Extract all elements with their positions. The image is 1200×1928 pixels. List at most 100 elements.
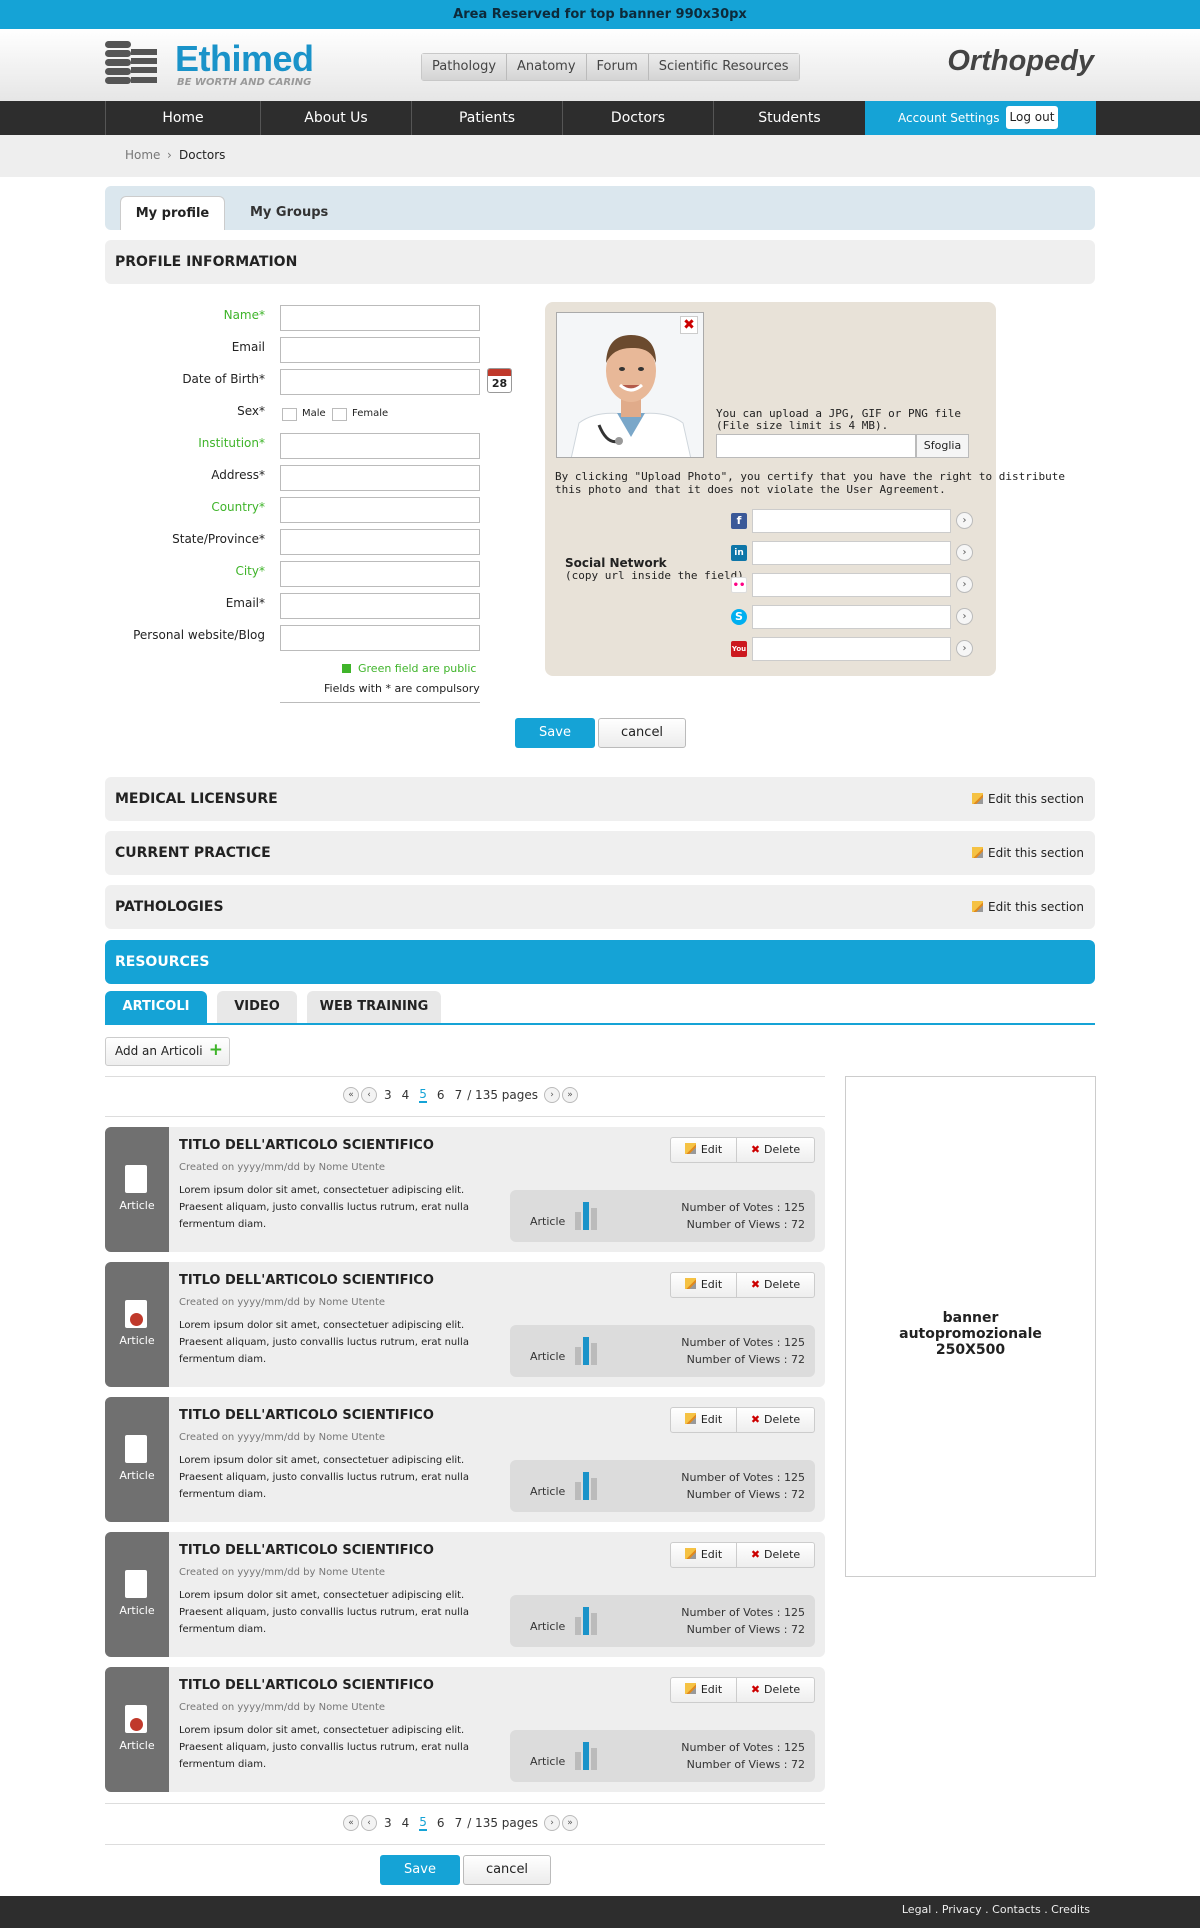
youtube-url-input[interactable] bbox=[752, 637, 951, 661]
youtube-go-icon[interactable]: › bbox=[956, 640, 973, 657]
article-delete-button[interactable]: ✖ Delete bbox=[736, 1272, 815, 1298]
article-delete-button[interactable]: ✖ Delete bbox=[736, 1137, 815, 1163]
main-nav-doctors[interactable]: Doctors bbox=[562, 101, 713, 135]
country-field[interactable] bbox=[280, 497, 480, 523]
linkedin-url-input[interactable] bbox=[752, 541, 951, 565]
label-date-of-birth: Date of Birth* bbox=[182, 372, 265, 386]
skype-url-input[interactable] bbox=[752, 605, 951, 629]
label-email-2: Email* bbox=[225, 596, 265, 610]
facebook-go-icon[interactable]: › bbox=[956, 512, 973, 529]
prev-page-icon[interactable]: ‹ bbox=[361, 1815, 377, 1831]
first-page-icon[interactable]: « bbox=[343, 1087, 359, 1103]
profile-save-button[interactable]: Save bbox=[515, 718, 595, 748]
tab-my-profile[interactable]: My profile bbox=[120, 196, 225, 230]
calendar-icon[interactable]: 28 bbox=[487, 368, 512, 393]
sex-male-checkbox[interactable] bbox=[282, 408, 297, 421]
tab-video[interactable]: VIDEO bbox=[217, 991, 297, 1023]
profile-cancel-button[interactable]: cancel bbox=[598, 718, 686, 748]
article-delete-button[interactable]: ✖ Delete bbox=[736, 1407, 815, 1433]
article-votes: Number of Votes : 125 bbox=[681, 1606, 805, 1619]
main-nav-home[interactable]: Home bbox=[105, 101, 260, 135]
footer-links[interactable]: Legal . Privacy . Contacts . Credits bbox=[902, 1903, 1090, 1916]
article-votes: Number of Votes : 125 bbox=[681, 1336, 805, 1349]
page-link[interactable]: 4 bbox=[402, 1816, 410, 1830]
page-link[interactable]: 6 bbox=[437, 1816, 445, 1830]
prev-page-icon[interactable]: ‹ bbox=[361, 1087, 377, 1103]
current-practice-edit-link[interactable]: Edit this section bbox=[972, 831, 1084, 875]
article-title[interactable]: TITLO DELL'ARTICOLO SCIENTIFICO bbox=[179, 1138, 434, 1153]
pathologies-header[interactable]: PATHOLOGIES bbox=[105, 885, 1095, 929]
personal-website-field[interactable] bbox=[280, 625, 480, 651]
current-practice-header[interactable]: CURRENT PRACTICE bbox=[105, 831, 1095, 875]
city-field[interactable] bbox=[280, 561, 480, 587]
name-field[interactable] bbox=[280, 305, 480, 331]
article-delete-button[interactable]: ✖ Delete bbox=[736, 1677, 815, 1703]
medical-licensure-header[interactable]: MEDICAL LICENSURE bbox=[105, 777, 1095, 821]
article-type: Article bbox=[119, 1199, 155, 1212]
top-nav-anatomy[interactable]: Anatomy bbox=[507, 54, 587, 80]
add-article-button[interactable]: Add an Articoli + bbox=[105, 1037, 230, 1066]
section-title: Orthopedy bbox=[947, 45, 1094, 77]
article-title[interactable]: TITLO DELL'ARTICOLO SCIENTIFICO bbox=[179, 1408, 434, 1423]
logo-icon[interactable] bbox=[105, 41, 157, 91]
email-field-2[interactable] bbox=[280, 593, 480, 619]
linkedin-go-icon[interactable]: › bbox=[956, 544, 973, 561]
current-practice-edit-label: Edit this section bbox=[988, 846, 1084, 860]
tab-my-groups[interactable]: My Groups bbox=[250, 196, 328, 230]
browse-button[interactable]: Sfoglia bbox=[916, 434, 969, 458]
article-edit-button[interactable]: Edit bbox=[670, 1407, 737, 1433]
page-link[interactable]: 3 bbox=[384, 1816, 392, 1830]
medical-licensure-edit-link[interactable]: Edit this section bbox=[972, 777, 1084, 821]
logout-button[interactable]: Log out bbox=[1006, 106, 1058, 129]
article-title[interactable]: TITLO DELL'ARTICOLO SCIENTIFICO bbox=[179, 1543, 434, 1558]
article-edit-button[interactable]: Edit bbox=[670, 1137, 737, 1163]
top-nav-forum[interactable]: Forum bbox=[586, 54, 649, 80]
last-page-icon[interactable]: » bbox=[562, 1815, 579, 1831]
last-page-icon[interactable]: » bbox=[562, 1087, 579, 1103]
top-nav-scientific-resources[interactable]: Scientific Resources bbox=[648, 54, 799, 80]
breadcrumb-home[interactable]: Home bbox=[125, 148, 160, 162]
public-legend-icon bbox=[342, 664, 351, 673]
page-link[interactable]: 4 bbox=[402, 1088, 410, 1102]
brand-name[interactable]: Ethimed bbox=[175, 38, 314, 80]
page-link-current[interactable]: 5 bbox=[419, 1815, 427, 1831]
main-nav-students[interactable]: Students bbox=[713, 101, 865, 135]
sex-female-checkbox[interactable] bbox=[332, 408, 347, 421]
tab-web-training[interactable]: WEB TRAINING bbox=[307, 991, 441, 1023]
main-nav-about-us[interactable]: About Us bbox=[260, 101, 411, 135]
top-nav-pathology[interactable]: Pathology bbox=[422, 54, 508, 80]
email-field[interactable] bbox=[280, 337, 480, 363]
article-card: Article TITLO DELL'ARTICOLO SCIENTIFICO … bbox=[105, 1667, 825, 1792]
resources-save-button[interactable]: Save bbox=[380, 1855, 460, 1885]
skype-go-icon[interactable]: › bbox=[956, 608, 973, 625]
article-delete-button[interactable]: ✖ Delete bbox=[736, 1542, 815, 1568]
photo-file-input[interactable] bbox=[716, 434, 916, 458]
page-link[interactable]: 7 bbox=[455, 1816, 463, 1830]
flickr-url-input[interactable] bbox=[752, 573, 951, 597]
main-nav-patients[interactable]: Patients bbox=[411, 101, 562, 135]
institution-field[interactable] bbox=[280, 433, 480, 459]
next-page-icon[interactable]: › bbox=[544, 1087, 561, 1103]
article-title[interactable]: TITLO DELL'ARTICOLO SCIENTIFICO bbox=[179, 1273, 434, 1288]
first-page-icon[interactable]: « bbox=[343, 1815, 359, 1831]
state-province-field[interactable] bbox=[280, 529, 480, 555]
page-link[interactable]: 7 bbox=[455, 1088, 463, 1102]
tab-articoli[interactable]: ARTICOLI bbox=[105, 991, 207, 1023]
article-edit-button[interactable]: Edit bbox=[670, 1677, 737, 1703]
next-page-icon[interactable]: › bbox=[544, 1815, 561, 1831]
article-edit-button[interactable]: Edit bbox=[670, 1272, 737, 1298]
date-of-birth-field[interactable] bbox=[280, 369, 480, 395]
facebook-url-input[interactable] bbox=[752, 509, 951, 533]
address-field[interactable] bbox=[280, 465, 480, 491]
account-settings-link[interactable]: Account Settings bbox=[865, 101, 1096, 135]
page-link-current[interactable]: 5 bbox=[419, 1087, 427, 1103]
flickr-go-icon[interactable]: › bbox=[956, 576, 973, 593]
page-link[interactable]: 6 bbox=[437, 1088, 445, 1102]
article-title[interactable]: TITLO DELL'ARTICOLO SCIENTIFICO bbox=[179, 1678, 434, 1693]
pathologies-edit-link[interactable]: Edit this section bbox=[972, 885, 1084, 929]
pencil-icon bbox=[684, 1143, 696, 1154]
remove-photo-icon[interactable]: ✖ bbox=[680, 316, 698, 334]
resources-cancel-button[interactable]: cancel bbox=[463, 1855, 551, 1885]
page-link[interactable]: 3 bbox=[384, 1088, 392, 1102]
article-edit-button[interactable]: Edit bbox=[670, 1542, 737, 1568]
